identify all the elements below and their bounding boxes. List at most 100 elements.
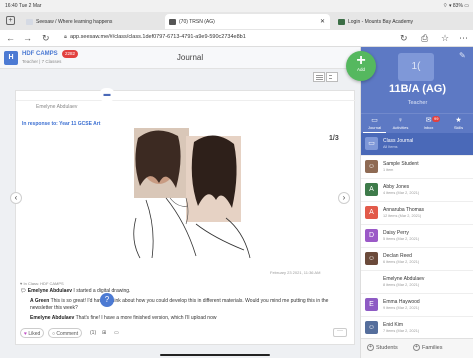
tab-class[interactable]: (70) TRSN (AG) ✕ bbox=[165, 14, 330, 29]
students-button[interactable]: + Students bbox=[367, 344, 398, 351]
current-class-name[interactable]: HDF CAMPS bbox=[22, 51, 58, 57]
digital-drawing-illustration bbox=[126, 128, 256, 260]
post-caption: 💬︎ Emelyne Abdulaev I started a digital … bbox=[20, 288, 340, 295]
in-response-link[interactable]: In response to: Year 11 GCSE Art bbox=[22, 121, 100, 127]
list-item-student[interactable]: A Annaruba Thomas 12 items (Mar 2, 2021) bbox=[361, 202, 473, 225]
folder-icon[interactable]: ▬ bbox=[99, 88, 115, 102]
add-button[interactable]: + Add bbox=[346, 51, 376, 81]
tab-label: Login - Mounts Bay Academy bbox=[348, 19, 414, 25]
page-title: Journal bbox=[176, 53, 204, 62]
status-time: 16:40 Tue 2 Mar bbox=[5, 3, 42, 9]
seesaw-favicon-icon bbox=[26, 19, 33, 25]
reload-page-icon[interactable]: ↻ bbox=[400, 33, 408, 44]
like-count: (1) bbox=[90, 330, 97, 336]
bookmark-star-icon[interactable]: ☆ bbox=[441, 33, 449, 44]
tab-login[interactable]: Login - Mounts Bay Academy bbox=[334, 14, 473, 29]
list-item-class-journal[interactable]: ▭ Class Journal All Items bbox=[361, 133, 473, 156]
student-avatar: D bbox=[365, 229, 378, 242]
more-menu-icon[interactable]: ⋯ bbox=[459, 33, 468, 44]
class-panel: 1( ✎ 11B/A (AG) Teacher ▭ Journal ♀ Activi… bbox=[360, 47, 473, 358]
list-item-student[interactable]: ☺ Sample Student 1 item bbox=[361, 156, 473, 179]
comment-author: A Green bbox=[30, 298, 50, 304]
skills-icon: ★ bbox=[455, 117, 462, 124]
comment-item: A Green This is so great! I'd have a thi… bbox=[30, 298, 340, 312]
class-panel-header: 1( ✎ 11B/A (AG) Teacher bbox=[361, 47, 473, 113]
previous-image-button[interactable]: ‹ bbox=[10, 192, 22, 204]
list-view-icon[interactable] bbox=[313, 72, 325, 82]
list-item-student[interactable]: Emelyne Abdulaev 8 items (Mar 2, 2021) bbox=[361, 271, 473, 294]
share-icon[interactable]: ⎙ bbox=[421, 33, 428, 44]
image-counter: 1/3 bbox=[329, 135, 339, 142]
list-item-student[interactable]: ☺ Declan Reed 6 items (Mar 2, 2021) bbox=[361, 248, 473, 271]
folder-post-icon[interactable]: ▭ bbox=[114, 328, 119, 338]
tab-journal[interactable]: ▭ Journal bbox=[363, 114, 386, 134]
lock-icon: 🔒︎ bbox=[64, 34, 67, 40]
status-bar: 16:40 Tue 2 Mar ⌔ ▾ 83% ▭ bbox=[0, 0, 473, 12]
panel-nav: ▭ Journal ♀ Activities ✉ Inbox ★ Skills bbox=[361, 113, 473, 134]
list-item-student[interactable]: E Emma Haywood 9 items (Mar 2, 2021) bbox=[361, 294, 473, 317]
url-field[interactable]: 🔒︎ app.seesaw.me/#/class/class.1def0797-6… bbox=[64, 34, 246, 41]
comment-item: Emelyne Abdulaev That's fine! I have a m… bbox=[30, 315, 340, 322]
class-subtitle: Teacher | 7 Classes bbox=[22, 59, 62, 64]
comment-button[interactable]: ○ Comment bbox=[48, 328, 83, 338]
panel-role: Teacher bbox=[407, 100, 428, 106]
caption-text: I started a digital drawing. bbox=[73, 288, 131, 294]
class-tile-icon[interactable]: H bbox=[4, 51, 18, 65]
post-date: February 23 2021, 11:36 AM bbox=[270, 270, 321, 275]
notification-badge: 2282 bbox=[62, 50, 79, 58]
post-class-tag: ♥ In Class: HDF CAMPS bbox=[20, 281, 64, 286]
next-image-button[interactable]: › bbox=[338, 192, 350, 204]
back-icon[interactable]: ← bbox=[6, 33, 15, 43]
address-bar: ← → ↻ 🔒︎ app.seesaw.me/#/class/class.1def… bbox=[0, 30, 473, 47]
grid-view-icon[interactable] bbox=[326, 72, 338, 82]
share-post-icon[interactable]: ⊞ bbox=[102, 328, 106, 338]
list-item-student[interactable]: ☺ Enid Kim 7 items (Mar 2, 2021) bbox=[361, 317, 473, 340]
tab-activities[interactable]: ♀ Activities bbox=[389, 114, 412, 134]
list-item-student[interactable]: A Abby Jones 4 items (Mar 2, 2021) bbox=[361, 179, 473, 202]
student-avatar bbox=[365, 275, 378, 288]
tab-seesaw[interactable]: Seesaw / Where learning happens bbox=[22, 14, 140, 29]
caption-author: Emelyne Abdulaev bbox=[27, 288, 73, 294]
student-avatar: A bbox=[365, 206, 378, 219]
post-drawing-image[interactable] bbox=[126, 128, 256, 260]
student-avatar: ☺ bbox=[365, 252, 378, 265]
student-avatar: E bbox=[365, 298, 378, 311]
student-avatar: ☺ bbox=[365, 160, 378, 173]
home-indicator bbox=[160, 354, 270, 356]
tab-skills[interactable]: ★ Skills bbox=[447, 114, 470, 134]
panel-footer: + Students + Families bbox=[361, 338, 473, 358]
close-tab-icon[interactable]: ✕ bbox=[320, 18, 325, 25]
like-button[interactable]: ♥ Liked bbox=[20, 328, 45, 338]
view-toggle bbox=[313, 72, 339, 82]
school-favicon-icon bbox=[338, 19, 345, 25]
forward-icon[interactable]: → bbox=[23, 33, 32, 43]
student-avatar: A bbox=[365, 183, 378, 196]
edit-pencil-icon[interactable]: ✎ bbox=[459, 51, 466, 60]
row-sub: All Items bbox=[383, 145, 398, 149]
tab-overview-icon[interactable]: + bbox=[6, 16, 15, 25]
reload-icon[interactable]: ↻ bbox=[42, 33, 50, 44]
row-name: Class Journal bbox=[383, 138, 414, 144]
panel-class-name: 11B/A (AG) bbox=[388, 83, 447, 95]
app-header: H HDF CAMPS Teacher | 7 Classes 2282 Jou… bbox=[0, 47, 360, 69]
url-text: app.seesaw.me/#/class/class.1def0797-671… bbox=[69, 34, 246, 40]
post-author: Emelyne Abdulaev bbox=[36, 104, 78, 110]
class-avatar: 1( bbox=[398, 53, 434, 81]
tab-label: (70) TRSN (AG) bbox=[179, 19, 215, 25]
comment-text: This is so great! I'd have a think about… bbox=[30, 298, 329, 311]
comment-text: That's fine! I have a more finished vers… bbox=[75, 315, 217, 321]
journal-icon: ▭ bbox=[365, 137, 378, 150]
class-favicon-icon bbox=[169, 19, 176, 25]
help-button[interactable]: ? bbox=[100, 293, 114, 307]
plus-icon: + bbox=[413, 344, 420, 351]
plus-icon: + bbox=[367, 344, 374, 351]
journal-icon: ▭ bbox=[371, 117, 378, 124]
tab-label: Seesaw / Where learning happens bbox=[36, 19, 113, 25]
comment-author: Emelyne Abdulaev bbox=[30, 315, 75, 321]
comment-icon: 💬︎ bbox=[20, 288, 28, 294]
more-options-button[interactable]: ··· bbox=[333, 328, 347, 337]
card-header bbox=[16, 91, 356, 101]
families-button[interactable]: + Families bbox=[413, 344, 442, 351]
list-item-student[interactable]: D Daisy Perry 5 items (Mar 2, 2021) bbox=[361, 225, 473, 248]
add-label: Add bbox=[356, 67, 365, 72]
